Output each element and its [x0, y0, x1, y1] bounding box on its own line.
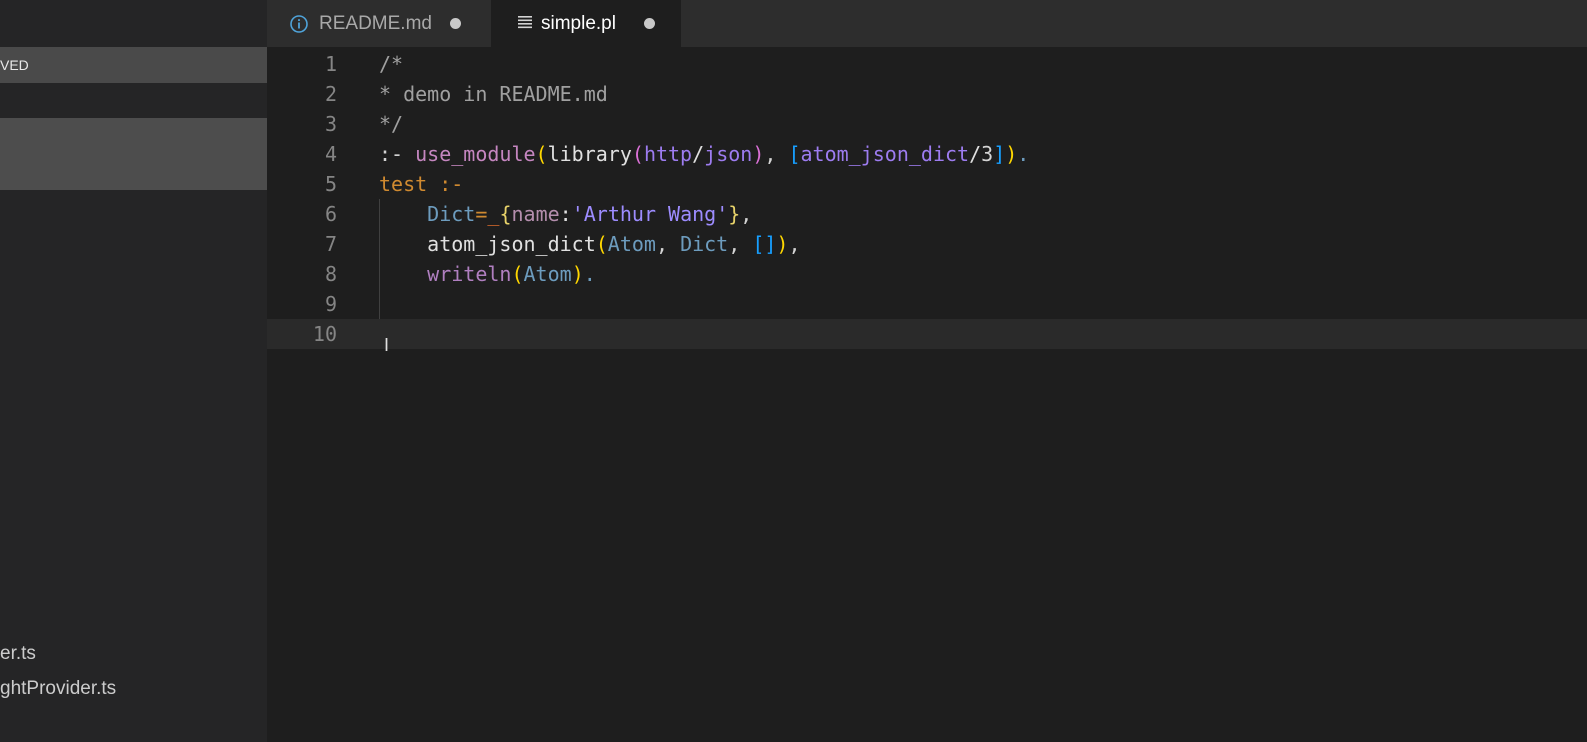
code-token: atom_json_dict: [800, 142, 970, 166]
line-number: 10: [312, 322, 337, 346]
code-token: Dict: [680, 232, 729, 256]
code-token: ): [752, 142, 765, 166]
code-token: }: [728, 202, 741, 226]
code-line[interactable]: 10: [267, 319, 1587, 349]
code-token: 3: [981, 142, 994, 166]
line-number: 3: [324, 112, 337, 136]
code-token: /: [692, 142, 705, 166]
code-token: library: [547, 142, 632, 166]
code-token: =: [475, 202, 488, 226]
modified-dot-icon[interactable]: [643, 18, 655, 29]
code-token: ,: [728, 232, 753, 256]
code-token: .: [583, 262, 596, 286]
line-number: 2: [324, 82, 337, 106]
code-token: 'Arthur Wang': [571, 202, 729, 226]
code-token: test: [379, 172, 428, 196]
file-lines-icon: [517, 14, 533, 34]
code-editor[interactable]: 1 /* 2 * demo in README.md 3 */ 4 :- use_module…: [267, 47, 1587, 742]
code-line[interactable]: 9: [267, 289, 1587, 319]
text-cursor-icon: I: [384, 335, 390, 355]
code-token: [: [788, 142, 801, 166]
code-text: writeln(Atom).: [379, 259, 596, 289]
code-token: json: [704, 142, 753, 166]
code-token: */: [379, 112, 404, 136]
code-text: /*: [379, 49, 403, 79]
code-line[interactable]: 6 Dict=_{name:'Arthur Wang'},: [267, 199, 1587, 229]
code-token: ,: [764, 142, 789, 166]
code-line[interactable]: 4:- use_module(library(http/json), [atom…: [267, 139, 1587, 169]
code-token: /*: [379, 52, 404, 76]
sidebar-title-bar: [0, 0, 267, 47]
line-number: 5: [324, 172, 337, 196]
info-icon: [289, 14, 309, 34]
code-token: Atom: [607, 232, 656, 256]
code-token: use_module: [415, 142, 536, 166]
code-token: ): [571, 262, 584, 286]
line-number: 6: [324, 202, 337, 226]
code-token: (: [595, 232, 608, 256]
code-token: []: [752, 232, 777, 256]
code-token: Atom: [523, 262, 572, 286]
sidebar-file-item[interactable]: ghtProvider.ts: [0, 671, 267, 707]
code-token: (: [511, 262, 524, 286]
sidebar-file-label: er.ts: [0, 643, 36, 664]
sidebar-section-header-label: VED: [0, 57, 29, 73]
code-token: ): [776, 232, 789, 256]
code-token: (: [535, 142, 548, 166]
line-number: 8: [324, 262, 337, 286]
sidebar: VED er.ts ghtProvider.ts: [0, 0, 267, 742]
code-token: /: [969, 142, 982, 166]
code-line[interactable]: 3 */: [267, 109, 1587, 139]
code-line[interactable]: 8 writeln(Atom).: [267, 259, 1587, 289]
line-number: 4: [324, 142, 337, 166]
code-text: test :-: [379, 169, 463, 199]
code-token: ,: [788, 232, 801, 256]
tab-label: README.md: [319, 12, 432, 34]
code-text: * demo in README.md: [379, 79, 608, 109]
code-token: Dict: [427, 202, 476, 226]
code-token: * demo in README.md: [379, 82, 608, 106]
code-token: writeln: [427, 262, 512, 286]
code-text: :- use_module(library(http/json), [atom_…: [379, 139, 1029, 169]
line-number: 9: [324, 292, 337, 316]
tab-simple-pl[interactable]: simple.pl: [491, 0, 681, 47]
line-number: 7: [324, 232, 337, 256]
code-line[interactable]: 7 atom_json_dict(Atom, Dict, []),: [267, 229, 1587, 259]
code-token: :-: [427, 172, 464, 196]
code-token: ]: [993, 142, 1006, 166]
code-token: atom_json_dict: [427, 232, 596, 256]
code-token: ): [1005, 142, 1018, 166]
code-text: atom_json_dict(Atom, Dict, []),: [379, 229, 801, 259]
code-token: {: [499, 202, 512, 226]
code-token: _: [487, 202, 500, 226]
code-line[interactable]: 1 /*: [267, 49, 1587, 79]
sidebar-file-label: ghtProvider.ts: [0, 678, 117, 699]
code-line[interactable]: 5 test :-: [267, 169, 1587, 199]
code-token: :: [559, 202, 572, 226]
tab-label: simple.pl: [541, 12, 616, 34]
code-token: name: [511, 202, 560, 226]
tab-readme[interactable]: README.md: [267, 0, 491, 47]
code-text: Dict=_{name:'Arthur Wang'},: [379, 199, 752, 229]
code-token: ,: [655, 232, 681, 256]
sidebar-section-header[interactable]: VED: [0, 47, 267, 83]
code-text: */: [379, 109, 403, 139]
code-token: http: [643, 142, 693, 166]
editor-tab-bar: README.md simple.pl: [267, 0, 1587, 47]
modified-dot-icon[interactable]: [449, 18, 461, 29]
code-token: (: [631, 142, 644, 166]
code-line[interactable]: 2 * demo in README.md: [267, 79, 1587, 109]
line-number: 1: [324, 52, 337, 76]
sidebar-file-item[interactable]: er.ts: [0, 636, 267, 672]
code-token: .: [1017, 142, 1030, 166]
code-token: :-: [379, 142, 416, 166]
code-token: ,: [740, 202, 753, 226]
sidebar-selected-item[interactable]: [0, 118, 267, 190]
